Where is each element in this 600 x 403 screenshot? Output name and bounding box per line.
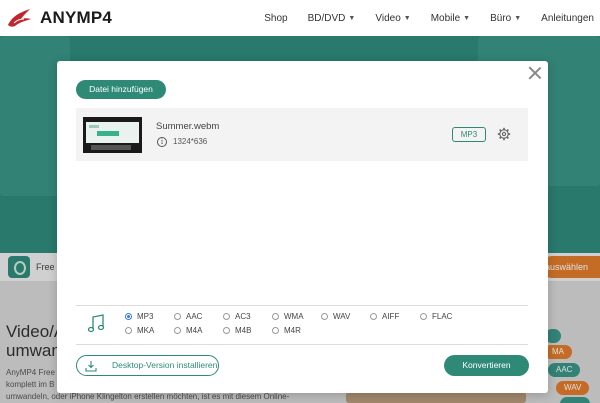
radio-dot bbox=[174, 313, 181, 320]
divider bbox=[76, 344, 528, 345]
nav-label: Video bbox=[375, 12, 401, 24]
format-label: WAV bbox=[333, 312, 351, 321]
nav-label: Mobile bbox=[430, 12, 461, 24]
format-label: AIFF bbox=[382, 312, 400, 321]
nav-label: Anleitungen bbox=[541, 12, 594, 24]
site-header: ANYMP4 Shop BD/DVD ▼ Video ▼ Mobile ▼ Büro ▼… bbox=[0, 0, 600, 36]
file-name: Summer.webm bbox=[156, 121, 220, 132]
radio-dot bbox=[125, 313, 132, 320]
music-note-icon bbox=[87, 314, 105, 333]
file-item: Summer.webm i 1324*636 MP3 bbox=[76, 108, 528, 161]
nav-anleitungen[interactable]: Anleitungen bbox=[541, 13, 594, 24]
info-icon[interactable]: i bbox=[157, 137, 167, 147]
chevron-down-icon: ▼ bbox=[514, 14, 522, 22]
video-thumbnail bbox=[83, 117, 142, 153]
radio-dot bbox=[272, 327, 279, 334]
format-radio-mka[interactable]: MKA bbox=[125, 326, 154, 335]
nav-label: Büro bbox=[490, 12, 512, 24]
nav-label: Shop bbox=[264, 12, 288, 24]
nav-video[interactable]: Video ▼ bbox=[375, 13, 410, 24]
radio-dot bbox=[223, 313, 230, 320]
nav-mobile[interactable]: Mobile ▼ bbox=[431, 13, 470, 24]
format-label: MP3 bbox=[137, 312, 154, 321]
format-label: FLAC bbox=[432, 312, 453, 321]
radio-dot bbox=[125, 327, 132, 334]
radio-dot bbox=[321, 313, 328, 320]
format-radio-m4r[interactable]: M4R bbox=[272, 326, 301, 335]
divider bbox=[76, 305, 528, 306]
chevron-down-icon: ▼ bbox=[348, 14, 356, 22]
nav-shop[interactable]: Shop bbox=[264, 13, 287, 24]
install-desktop-label: Desktop-Version installieren bbox=[112, 360, 218, 370]
radio-dot bbox=[223, 327, 230, 334]
format-radio-m4b[interactable]: M4B bbox=[223, 326, 251, 335]
format-label: M4B bbox=[235, 326, 252, 335]
chevron-down-icon: ▼ bbox=[463, 14, 471, 22]
install-desktop-button[interactable]: Desktop-Version installieren bbox=[76, 355, 219, 376]
format-radio-wma[interactable]: WMA bbox=[272, 312, 304, 321]
radio-dot bbox=[272, 313, 279, 320]
chevron-down-icon: ▼ bbox=[403, 14, 411, 22]
convert-dialog: Datei hinzufügen Summer.webm i 1324*636 … bbox=[57, 61, 548, 393]
close-icon[interactable] bbox=[528, 66, 542, 80]
format-radio-aac[interactable]: AAC bbox=[174, 312, 202, 321]
nav-buero[interactable]: Büro ▼ bbox=[490, 13, 521, 24]
radio-dot bbox=[174, 327, 181, 334]
download-icon bbox=[85, 361, 97, 372]
format-label: MKA bbox=[137, 326, 155, 335]
add-file-button[interactable]: Datei hinzufügen bbox=[76, 80, 166, 99]
logo-text: ANYMP4 bbox=[40, 8, 113, 27]
convert-button[interactable]: Konvertieren bbox=[444, 355, 529, 376]
format-label: WMA bbox=[284, 312, 304, 321]
format-radio-mp3[interactable]: MP3 bbox=[125, 312, 153, 321]
format-radio-aiff[interactable]: AIFF bbox=[370, 312, 399, 321]
logo[interactable]: ANYMP4 bbox=[6, 7, 112, 29]
nav-bd-dvd[interactable]: BD/DVD ▼ bbox=[308, 13, 356, 24]
main-nav: Shop BD/DVD ▼ Video ▼ Mobile ▼ Büro ▼ Anleit… bbox=[244, 0, 594, 36]
format-label: M4R bbox=[284, 326, 301, 335]
format-label: M4A bbox=[186, 326, 203, 335]
nav-label: BD/DVD bbox=[307, 12, 346, 24]
format-radio-flac[interactable]: FLAC bbox=[420, 312, 452, 321]
format-radio-m4a[interactable]: M4A bbox=[174, 326, 202, 335]
format-label: AAC bbox=[186, 312, 203, 321]
logo-bird-icon bbox=[8, 9, 31, 27]
radio-dot bbox=[420, 313, 427, 320]
file-resolution: 1324*636 bbox=[173, 137, 208, 146]
gear-icon[interactable] bbox=[497, 127, 511, 141]
radio-dot bbox=[370, 313, 377, 320]
format-radio-ac3[interactable]: AC3 bbox=[223, 312, 251, 321]
format-label: AC3 bbox=[235, 312, 251, 321]
format-radio-wav[interactable]: WAV bbox=[321, 312, 350, 321]
output-format-button[interactable]: MP3 bbox=[452, 127, 486, 142]
